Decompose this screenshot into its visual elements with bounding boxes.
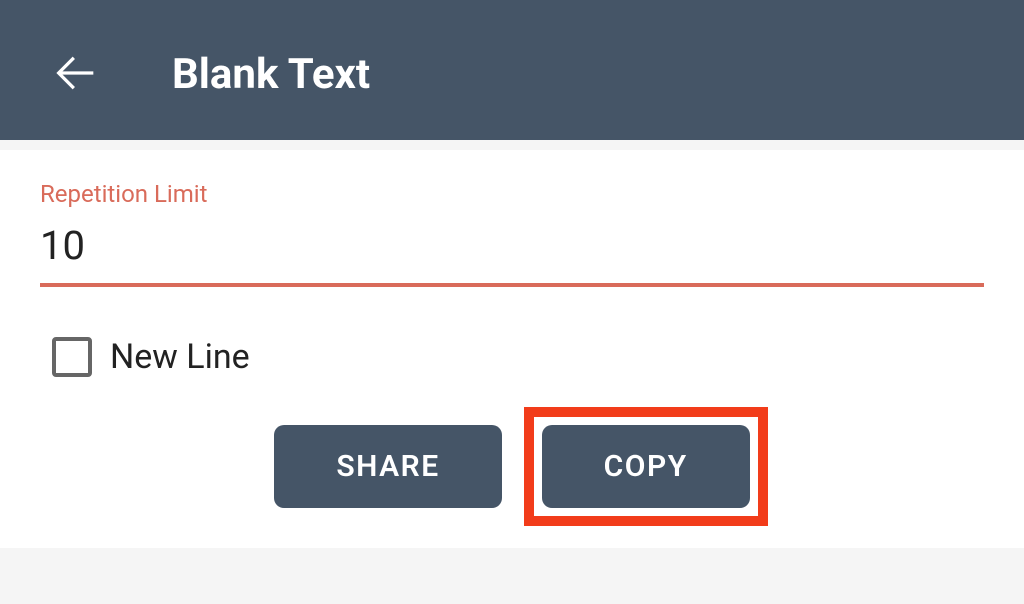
copy-button[interactable]: COPY [542,425,750,508]
back-arrow-icon[interactable] [50,47,102,103]
repetition-limit-input[interactable] [40,208,984,287]
app-header: Blank Text [0,0,1024,140]
page-title: Blank Text [172,50,370,99]
copy-highlight: COPY [542,425,750,508]
share-button[interactable]: SHARE [274,425,501,508]
repetition-limit-label: Repetition Limit [40,180,984,208]
action-buttons: SHARE COPY [40,425,984,508]
newline-checkbox[interactable] [52,337,92,377]
main-content: Repetition Limit New Line SHARE COPY [0,150,1024,548]
newline-label: New Line [110,337,250,377]
newline-row: New Line [52,337,984,377]
